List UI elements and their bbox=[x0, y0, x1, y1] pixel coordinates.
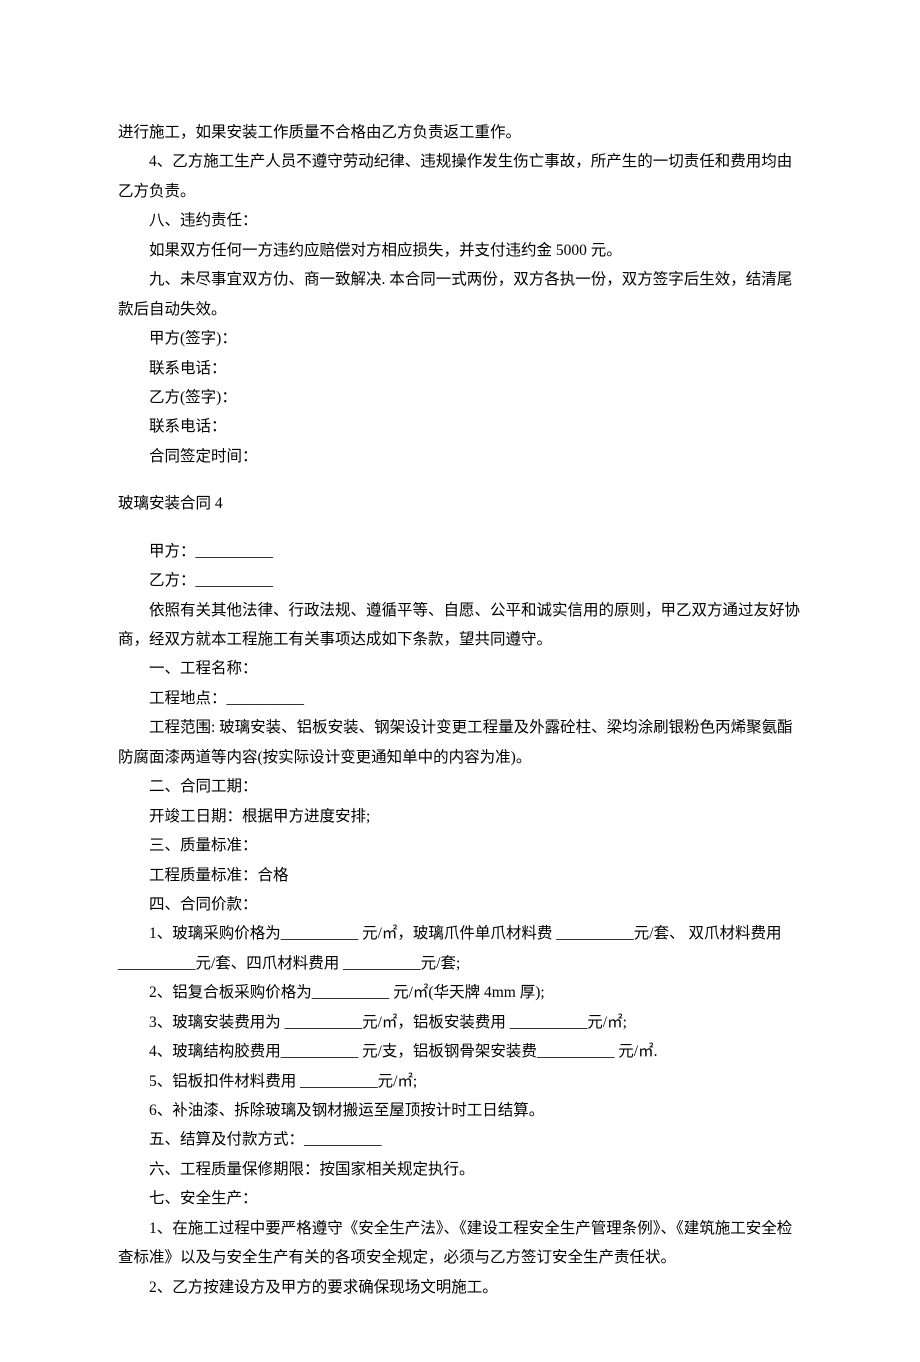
paragraph: 乙方(签字)： bbox=[118, 383, 802, 412]
paragraph: 2、乙方按建设方及甲方的要求确保现场文明施工。 bbox=[118, 1273, 802, 1302]
contract-title: 玻璃安装合同 4 bbox=[118, 489, 802, 518]
paragraph: 二、合同工期： bbox=[118, 772, 802, 801]
paragraph: 1、在施工过程中要严格遵守《安全生产法》、《建设工程安全生产管理条例》、《建筑施… bbox=[118, 1214, 802, 1273]
paragraph: 甲方(签字)： bbox=[118, 324, 802, 353]
paragraph: 四、合同价款： bbox=[118, 890, 802, 919]
paragraph: 乙方：__________ bbox=[118, 566, 802, 595]
paragraph: 八、违约责任： bbox=[118, 206, 802, 235]
paragraph: 如果双方任何一方违约应赔偿对方相应损失，并支付违约金 5000 元。 bbox=[118, 236, 802, 265]
paragraph: 联系电话： bbox=[118, 412, 802, 441]
paragraph: 3、玻璃安装费用为 __________元/㎡，铝板安装费用 _________… bbox=[118, 1008, 802, 1037]
paragraph: 甲方：__________ bbox=[118, 537, 802, 566]
paragraph: 联系电话： bbox=[118, 354, 802, 383]
paragraph: 6、补油漆、拆除玻璃及钢材搬运至屋顶按计时工日结算。 bbox=[118, 1096, 802, 1125]
paragraph: 九、未尽事宜双方仂、商一致解决. 本合同一式两份，双方各执一份，双方签字后生效，… bbox=[118, 265, 802, 324]
paragraph: 开竣工日期：根据甲方进度安排; bbox=[118, 802, 802, 831]
paragraph: 工程质量标准：合格 bbox=[118, 861, 802, 890]
paragraph: 工程范围: 玻璃安装、铝板安装、钢架设计变更工程量及外露砼柱、梁均涂刷银粉色丙烯… bbox=[118, 713, 802, 772]
paragraph: 5、铝板扣件材料费用 __________元/㎡; bbox=[118, 1067, 802, 1096]
paragraph: 依照有关其他法律、行政法规、遵循平等、自愿、公平和诚实信用的原则，甲乙双方通过友… bbox=[118, 596, 802, 655]
paragraph: 4、玻璃结构胶费用__________ 元/支，铝板钢骨架安装费________… bbox=[118, 1037, 802, 1066]
document-page: 进行施工，如果安装工作质量不合格由乙方负责返工重作。 4、乙方施工生产人员不遵守… bbox=[0, 0, 920, 1362]
paragraph: 五、结算及付款方式：__________ bbox=[118, 1125, 802, 1154]
paragraph: 2、铝复合板采购价格为__________ 元/㎡(华天牌 4mm 厚); bbox=[118, 978, 802, 1007]
paragraph: 进行施工，如果安装工作质量不合格由乙方负责返工重作。 bbox=[118, 118, 802, 147]
paragraph: 六、工程质量保修期限：按国家相关规定执行。 bbox=[118, 1155, 802, 1184]
paragraph: 工程地点：__________ bbox=[118, 684, 802, 713]
paragraph: 1、玻璃采购价格为__________ 元/㎡，玻璃爪件单爪材料费 ______… bbox=[118, 919, 802, 978]
paragraph: 三、质量标准： bbox=[118, 831, 802, 860]
paragraph: 七、安全生产： bbox=[118, 1184, 802, 1213]
paragraph: 一、工程名称： bbox=[118, 654, 802, 683]
paragraph: 合同签定时间： bbox=[118, 442, 802, 471]
paragraph: 4、乙方施工生产人员不遵守劳动纪律、违规操作发生伤亡事故，所产生的一切责任和费用… bbox=[118, 147, 802, 206]
